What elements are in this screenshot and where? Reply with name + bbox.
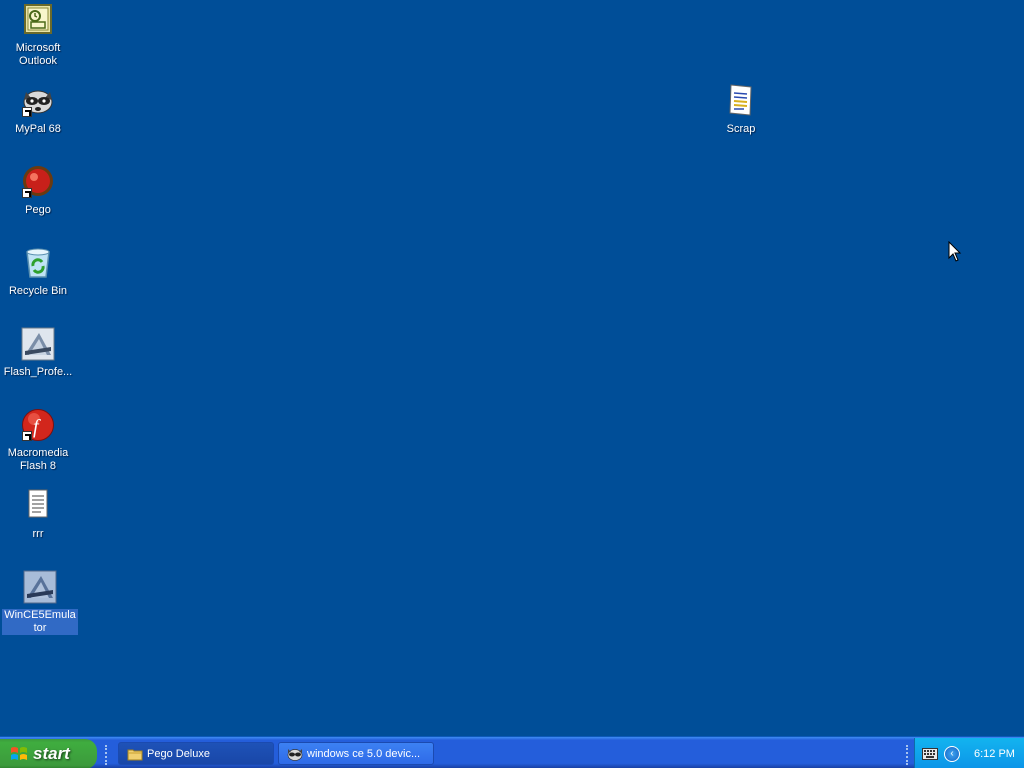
desktop-icon-label: Microsoft Outlook bbox=[15, 42, 61, 67]
desktop-icon-scrap[interactable]: Scrap bbox=[703, 84, 779, 136]
desktop-icon-rrr[interactable]: rrr bbox=[0, 489, 76, 541]
emulator-icon bbox=[23, 570, 57, 604]
desktop-icon-label: Scrap bbox=[726, 123, 756, 135]
task-windows-ce[interactable]: windows ce 5.0 devic... bbox=[278, 742, 434, 765]
desktop-icon-flash-professional[interactable]: Flash_Profe... bbox=[0, 327, 76, 379]
desktop-icon-macromedia-flash[interactable]: f Macromedia Flash 8 bbox=[0, 408, 76, 473]
flash-professional-icon bbox=[21, 327, 55, 361]
system-tray: ‹ 6:12 PM bbox=[914, 738, 1024, 768]
task-pego-deluxe[interactable]: Pego Deluxe bbox=[118, 742, 274, 765]
desktop-icon-label: Macromedia Flash 8 bbox=[7, 447, 69, 472]
recycle-bin-icon bbox=[21, 246, 55, 280]
desktop-icon-label: rrr bbox=[32, 528, 44, 540]
desktop-icon-label: Recycle Bin bbox=[8, 285, 68, 297]
desktop-icon-label: Flash_Profe... bbox=[3, 366, 73, 378]
desktop-icon-recycle-bin[interactable]: Recycle Bin bbox=[0, 246, 76, 298]
taskbar: start Pego Deluxe windows ce 5.0 devic..… bbox=[0, 736, 1024, 768]
raccoon-icon bbox=[21, 84, 55, 118]
scrap-document-icon bbox=[724, 84, 758, 118]
macromedia-flash-icon: f bbox=[21, 408, 55, 442]
task-label: Pego Deluxe bbox=[147, 747, 210, 760]
outlook-icon bbox=[21, 3, 55, 37]
task-label: windows ce 5.0 devic... bbox=[307, 747, 421, 760]
shortcut-arrow-icon bbox=[22, 188, 32, 198]
mouse-cursor-icon bbox=[948, 241, 962, 262]
start-button[interactable]: start bbox=[0, 739, 97, 768]
shortcut-arrow-icon bbox=[22, 107, 32, 117]
desktop[interactable]: Microsoft Outlook MyPal 68 Pego Recycle … bbox=[0, 0, 1024, 736]
desktop-icon-label: WinCE5Emulator bbox=[2, 609, 78, 635]
desktop-icon-pego[interactable]: Pego bbox=[0, 165, 76, 217]
desktop-icon-mypal[interactable]: MyPal 68 bbox=[0, 84, 76, 136]
desktop-icon-wince5emulator[interactable]: WinCE5Emulator bbox=[2, 570, 78, 635]
raccoon-icon bbox=[287, 748, 303, 761]
desktop-icon-label: MyPal 68 bbox=[15, 123, 61, 135]
desktop-icon-label: Pego bbox=[25, 204, 51, 216]
tray-grip bbox=[906, 745, 909, 765]
show-hidden-icons-chevron-icon[interactable]: ‹ bbox=[944, 745, 960, 762]
pego-ball-icon bbox=[21, 165, 55, 199]
windows-logo-icon bbox=[11, 747, 27, 760]
start-label: start bbox=[33, 744, 70, 763]
taskbar-grip[interactable] bbox=[105, 745, 108, 765]
folder-icon bbox=[127, 749, 143, 760]
desktop-icon-outlook[interactable]: Microsoft Outlook bbox=[0, 3, 76, 68]
text-document-icon bbox=[21, 489, 55, 523]
clock[interactable]: 6:12 PM bbox=[974, 748, 1015, 760]
shortcut-arrow-icon bbox=[22, 431, 32, 441]
keyboard-icon[interactable] bbox=[922, 747, 938, 760]
